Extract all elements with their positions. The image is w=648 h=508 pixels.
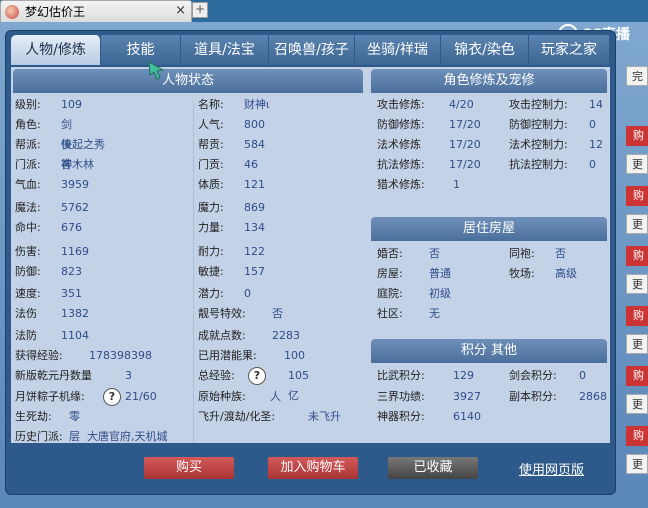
side-buy-button[interactable]: 购 xyxy=(626,366,648,386)
stat-row: 力量: 134 xyxy=(198,221,265,234)
side-more-button[interactable]: 更 xyxy=(626,274,648,294)
stat-row: 耐力: 122 xyxy=(198,245,265,258)
cultivation-row: 防御修炼: 17/20 防御控制力: 0 xyxy=(377,118,596,131)
stat-row: 气血: 3959 xyxy=(15,178,89,191)
character-dialog: 人物/修炼 技能 道具/法宝 召唤兽/孩子 坐骑/祥瑞 锦衣/染色 玩家之家 人… xyxy=(5,30,616,495)
buy-button[interactable]: 购买 xyxy=(144,457,234,479)
stat-row: 法伤 1382 xyxy=(15,307,89,320)
stat-row: 人气: 800 xyxy=(198,118,265,131)
points-section-title: 积分 其他 xyxy=(371,339,607,363)
close-tab-icon[interactable]: × xyxy=(175,3,186,18)
tab-character[interactable]: 人物/修炼 xyxy=(11,35,101,65)
housing-row: 婚否: 否同袍: 否 xyxy=(377,247,566,260)
cultivation-row: 法术修炼 17/20 法术控制力: 12 xyxy=(377,138,603,151)
side-more-button[interactable]: 更 xyxy=(626,334,648,354)
stat-row: 伤害: 1169 xyxy=(15,245,89,258)
new-tab-button[interactable]: + xyxy=(192,2,208,18)
points-row: 比武积分: 129 剑会积分: 0 xyxy=(377,369,586,382)
browser-tab[interactable]: 梦幻估价王 × xyxy=(0,0,192,22)
stat-row: 敏捷: 157 xyxy=(198,265,265,278)
stat-row: 体质: 121 xyxy=(198,178,265,191)
tab-outfits[interactable]: 锦衣/染色 xyxy=(440,35,529,65)
stat-row: 原始种族: 人 xyxy=(198,390,281,403)
housing-row: 庭院: 初级 xyxy=(377,287,451,300)
stat-row: 月饼粽子机缘:? 21/60 xyxy=(15,387,157,407)
housing-section-title: 居住房屋 xyxy=(371,217,607,241)
side-more-button[interactable]: 更 xyxy=(626,454,648,474)
column-divider xyxy=(193,103,194,443)
favicon-icon xyxy=(5,4,19,19)
cultivation-section-title: 角色修炼及宠修 xyxy=(371,69,607,93)
stat-row: 门派: 神木林 xyxy=(15,158,94,171)
side-more-button[interactable]: 更 xyxy=(626,214,648,234)
stat-row: 名称: 财神ι xyxy=(198,98,270,111)
stat-row: 新版乾元丹数量 3 xyxy=(15,369,132,382)
points-row: 三界功绩: 3927 副本积分: 2868 xyxy=(377,390,607,403)
side-buy-button[interactable]: 购 xyxy=(626,186,648,206)
tab-items[interactable]: 道具/法宝 xyxy=(181,35,269,65)
browser-tab-title: 梦幻估价王 xyxy=(25,5,86,19)
stat-row: 魔力: 869 xyxy=(198,201,265,214)
stat-row: 角色: 剑侠客 xyxy=(15,118,72,171)
stat-row: 防御: 823 xyxy=(15,265,82,278)
tab-skills[interactable]: 技能 xyxy=(100,35,182,65)
stat-row: 法防 1104 xyxy=(15,329,89,342)
stat-row: 飞升/渡劫/化圣: 未飞升 xyxy=(198,410,341,423)
side-buy-button[interactable]: 购 xyxy=(626,126,648,146)
cultivation-row: 猎术修炼: 1 xyxy=(377,178,460,191)
points-row: 神器积分: 6140 xyxy=(377,410,481,423)
add-to-cart-button[interactable]: 加入购物车 xyxy=(268,457,358,479)
stat-row: 帮派: 後起之秀 xyxy=(15,138,105,151)
stat-row: 靓号特效: 否 xyxy=(198,307,283,320)
stat-row: 命中: 676 xyxy=(15,221,82,234)
content-panel: 人物状态 级别: 109 角色: 剑侠客 帮派: 後起之秀 门派: 神木林 气血: 395… xyxy=(11,67,610,443)
status-section-title: 人物状态 xyxy=(13,69,363,93)
side-more-button[interactable]: 更 xyxy=(626,154,648,174)
tab-player-home[interactable]: 玩家之家 xyxy=(528,35,610,65)
stat-row: 门贡: 46 xyxy=(198,158,258,171)
favorited-button[interactable]: 已收藏 xyxy=(388,457,478,479)
stat-row: 魔法: 5762 xyxy=(15,201,89,214)
web-version-link[interactable]: 使用网页版 xyxy=(519,459,584,478)
cultivation-row: 抗法修炼: 17/20 抗法控制力: 0 xyxy=(377,158,596,171)
cultivation-row: 攻击修炼: 4/20 攻击控制力: 14 xyxy=(377,98,603,111)
side-buy-button[interactable]: 购 xyxy=(626,306,648,326)
side-buy-button[interactable]: 购 xyxy=(626,426,648,446)
stat-row: 生死劫: 零层 xyxy=(15,410,80,443)
stat-row: 已用潜能果: 100 xyxy=(198,349,305,362)
cursor-icon xyxy=(148,61,165,80)
stat-row: 帮贡: 584 xyxy=(198,138,265,151)
dialog-footer: 购买 加入购物车 已收藏 使用网页版 xyxy=(6,445,615,493)
stat-row: 速度: 351 xyxy=(15,287,82,300)
help-icon[interactable]: ? xyxy=(103,388,121,406)
side-more-button[interactable]: 更 xyxy=(626,394,648,414)
stat-row: 级别: 109 xyxy=(15,98,82,111)
tab-bar: 人物/修炼 技能 道具/法宝 召唤兽/孩子 坐骑/祥瑞 锦衣/染色 玩家之家 xyxy=(11,35,610,65)
stat-row: 潜力: 0 xyxy=(198,287,251,300)
housing-row: 房屋: 普通 牧场: 高级 xyxy=(377,267,577,280)
stat-row: 成就点数: 2283 xyxy=(198,329,300,342)
stat-row: 总经验:? 105亿 xyxy=(198,367,309,402)
side-buy-button[interactable]: 购 xyxy=(626,246,648,266)
help-icon[interactable]: ? xyxy=(248,367,266,385)
stat-row: 历史门派: 大唐官府,天机城 xyxy=(15,430,168,443)
side-top-button[interactable]: 完 xyxy=(626,66,648,86)
housing-row: 社区: 无 xyxy=(377,307,440,320)
tab-mounts[interactable]: 坐骑/祥瑞 xyxy=(354,35,441,65)
stat-row: 获得经验: 178398398 xyxy=(15,349,152,362)
tab-summons[interactable]: 召唤兽/孩子 xyxy=(268,35,355,65)
